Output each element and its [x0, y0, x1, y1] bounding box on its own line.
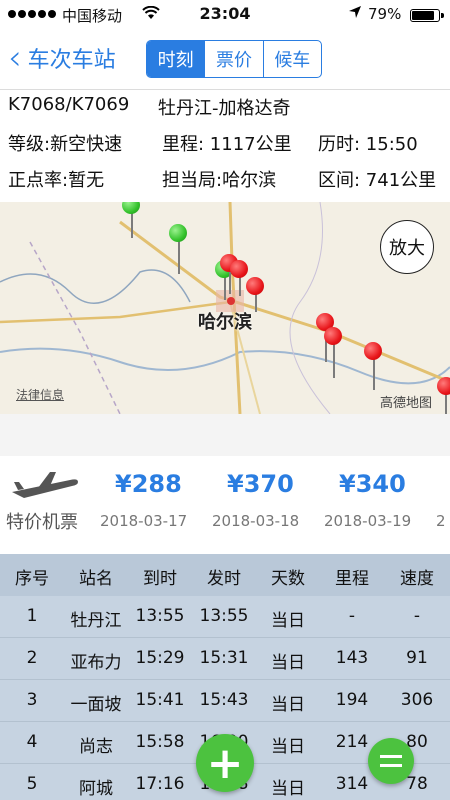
col-header: 序号 — [15, 569, 49, 589]
status-bar: 中国移动 23:04 79% — [0, 0, 450, 30]
nav-bar: ‹ 车次车站 时刻 票价 候车 — [0, 30, 450, 90]
col-header: 天数 — [271, 569, 305, 589]
cell-speed: 306 — [400, 690, 434, 710]
green-pin-icon[interactable] — [169, 224, 187, 242]
cell-distance: 194 — [335, 690, 369, 710]
train-number: K7068/K7069 — [8, 94, 130, 115]
cell-arrive: 15:41 — [135, 690, 185, 710]
col-header: 里程 — [335, 569, 369, 589]
cell-depart: 13:55 — [199, 606, 249, 626]
cell-index: 2 — [26, 648, 38, 668]
add-button[interactable]: + — [196, 734, 254, 792]
location-arrow-icon — [348, 5, 362, 23]
back-button[interactable]: ‹ 车次车站 — [8, 38, 116, 78]
cell-station: 亚布力 — [70, 653, 122, 673]
cell-day: 当日 — [271, 653, 305, 673]
legal-info-link[interactable]: 法律信息 — [16, 386, 64, 403]
chevron-left-icon: ‹ — [8, 38, 22, 78]
flight-price[interactable]: ¥370 — [227, 470, 294, 498]
table-row[interactable]: 1 牡丹江 13:55 13:55 当日 - - — [0, 596, 450, 638]
col-header: 发时 — [207, 569, 241, 589]
table-row[interactable]: 2 亚布力 15:29 15:31 当日 143 91 — [0, 638, 450, 680]
train-section: 区间: 741公里 — [318, 170, 437, 191]
red-pin-icon[interactable] — [364, 342, 382, 360]
red-pin-icon[interactable] — [324, 327, 342, 345]
flight-date-partial: 2 — [436, 512, 446, 530]
red-pin-icon[interactable] — [230, 260, 248, 278]
flight-deals-label: 特价机票 — [6, 512, 78, 533]
train-grade: 等级:新空快速 — [8, 134, 123, 155]
cell-index: 1 — [26, 606, 38, 626]
flight-date: 2018-03-18 — [212, 512, 300, 530]
cell-arrive: 15:58 — [135, 732, 185, 752]
cell-station: 一面坡 — [70, 695, 122, 715]
train-duration: 历时: 15:50 — [318, 134, 418, 155]
cell-station: 阿城 — [79, 779, 113, 799]
spacer — [0, 414, 450, 456]
col-header: 速度 — [400, 569, 434, 589]
tab-fare[interactable]: 票价 — [205, 41, 264, 77]
zoom-in-button[interactable]: 放大 — [380, 220, 434, 274]
tab-schedule[interactable]: 时刻 — [147, 41, 206, 77]
cell-day: 当日 — [271, 737, 305, 757]
plus-icon: + — [206, 737, 244, 789]
cell-arrive: 17:16 — [135, 774, 185, 794]
cell-depart: 15:31 — [199, 648, 249, 668]
cell-day: 当日 — [271, 779, 305, 799]
col-header: 到时 — [143, 569, 177, 589]
battery-icon — [410, 9, 444, 22]
flight-date: 2018-03-17 — [100, 512, 188, 530]
col-header: 站名 — [79, 569, 113, 589]
cell-day: 当日 — [271, 611, 305, 631]
cell-station: 尚志 — [79, 737, 113, 757]
schedule-table-header: 序号 站名 到时 发时 天数 里程 速度 — [0, 554, 450, 596]
menu-icon — [380, 755, 402, 767]
red-pin-icon[interactable] — [437, 377, 450, 395]
cell-distance: - — [348, 606, 356, 626]
cell-arrive: 15:29 — [135, 648, 185, 668]
cell-index: 5 — [26, 774, 38, 794]
cell-speed: - — [413, 606, 421, 626]
back-label: 车次车站 — [27, 48, 116, 73]
cell-day: 当日 — [271, 695, 305, 715]
segmented-control: 时刻 票价 候车 — [146, 40, 322, 78]
cell-depart: 15:43 — [199, 690, 249, 710]
train-punctuality: 正点率:暂无 — [8, 170, 105, 191]
train-info: K7068/K7069 牡丹江-加格达奇 等级:新空快速 里程: 1117公里 … — [0, 92, 450, 202]
tab-waiting[interactable]: 候车 — [264, 41, 321, 77]
cell-arrive: 13:55 — [135, 606, 185, 626]
cell-speed: 91 — [406, 648, 428, 668]
cell-index: 4 — [26, 732, 38, 752]
flight-date: 2018-03-19 — [324, 512, 412, 530]
airplane-icon — [10, 470, 80, 500]
flight-price[interactable]: ¥288 — [115, 470, 182, 498]
train-route: 牡丹江-加格达奇 — [158, 98, 291, 119]
cell-distance: 143 — [335, 648, 369, 668]
red-pin-icon[interactable] — [246, 277, 264, 295]
map-city-label: 哈尔滨 — [198, 312, 252, 333]
flight-price[interactable]: ¥340 — [339, 470, 406, 498]
cell-station: 牡丹江 — [70, 611, 122, 631]
cell-index: 3 — [26, 690, 38, 710]
train-distance: 里程: 1117公里 — [162, 134, 292, 155]
table-row[interactable]: 3 一面坡 15:41 15:43 当日 194 306 — [0, 680, 450, 722]
map-provider-logo: 高德地图 — [380, 396, 433, 411]
train-bureau: 担当局:哈尔滨 — [162, 170, 277, 191]
battery-percent: 79% — [368, 5, 402, 23]
menu-button[interactable] — [368, 738, 414, 784]
